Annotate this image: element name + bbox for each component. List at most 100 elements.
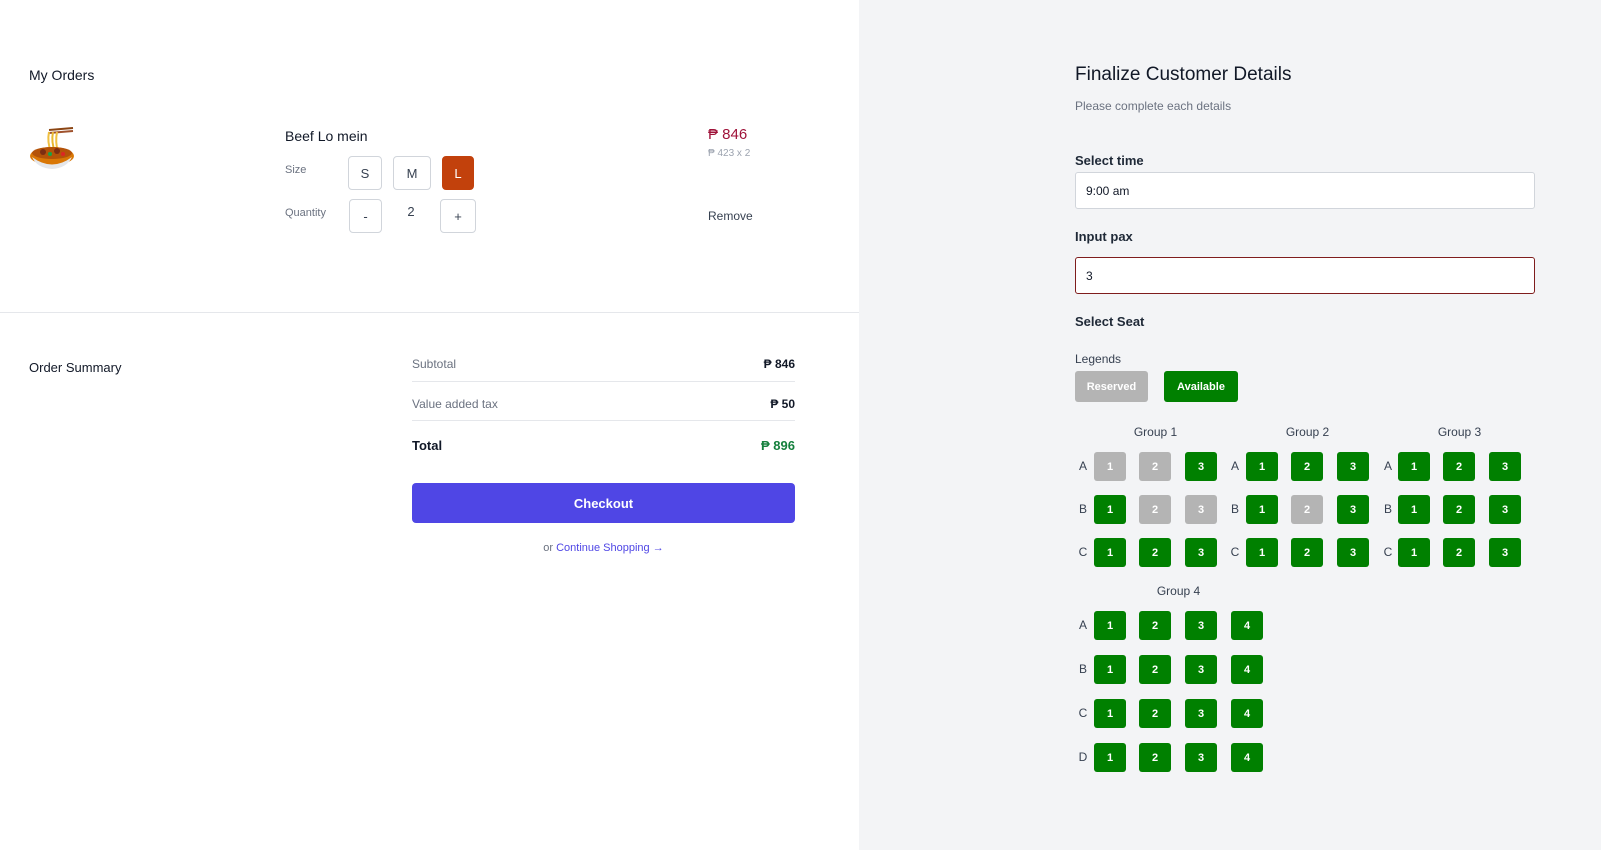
seat-button: 1 — [1094, 452, 1126, 481]
seat-row-letter: C — [1383, 545, 1393, 559]
seat-group-label: Group 1 — [1133, 425, 1178, 439]
seat-button[interactable]: 2 — [1443, 538, 1475, 567]
seat-row-letter: B — [1383, 502, 1392, 516]
seat-button[interactable]: 3 — [1185, 655, 1217, 684]
seat-button[interactable]: 1 — [1398, 538, 1430, 567]
seat-row-letter: A — [1383, 459, 1392, 473]
seat-button[interactable]: 3 — [1489, 495, 1521, 524]
seat-row-letter: A — [1078, 618, 1087, 632]
seat-button[interactable]: 1 — [1398, 452, 1430, 481]
seat-button[interactable]: 2 — [1139, 699, 1171, 728]
customer-details-title: Finalize Customer Details — [1075, 64, 1292, 85]
seat-button: 2 — [1139, 452, 1171, 481]
time-input[interactable] — [1075, 172, 1535, 209]
continue-shopping-row: or Continue Shopping → — [412, 542, 795, 554]
seat-button[interactable]: 4 — [1231, 743, 1263, 772]
item-name: Beef Lo mein — [285, 128, 368, 144]
seat-button[interactable]: 3 — [1185, 452, 1217, 481]
seat-button[interactable]: 3 — [1185, 699, 1217, 728]
item-price: ₱ 846 — [708, 126, 748, 143]
total-value: ₱ 896 — [761, 438, 795, 453]
seat-row-letter: A — [1230, 459, 1239, 473]
quantity-increase-button[interactable]: + — [440, 199, 476, 233]
cart-panel: My Orders Beef Lo mein Size S M L Quanti… — [0, 0, 859, 850]
seat-button[interactable]: 1 — [1094, 538, 1126, 567]
size-s-button[interactable]: S — [348, 156, 382, 190]
seat-button[interactable]: 1 — [1246, 452, 1278, 481]
seat-button[interactable]: 2 — [1443, 452, 1475, 481]
size-l-button[interactable]: L — [442, 156, 474, 190]
continue-shopping-link[interactable]: Continue Shopping → — [556, 542, 664, 554]
select-time-label: Select time — [1075, 153, 1144, 168]
seat-button[interactable]: 2 — [1139, 611, 1171, 640]
vat-label: Value added tax — [412, 397, 498, 411]
seat-button[interactable]: 1 — [1246, 538, 1278, 567]
seat-button[interactable]: 3 — [1489, 452, 1521, 481]
size-label: Size — [285, 164, 307, 176]
seat-button[interactable]: 3 — [1489, 538, 1521, 567]
subtotal-row: Subtotal ₱ 846 — [412, 357, 795, 371]
select-seat-label: Select Seat — [1075, 314, 1145, 329]
seat-row-letter: C — [1230, 545, 1240, 559]
seat-button: 2 — [1139, 495, 1171, 524]
subtotal-label: Subtotal — [412, 357, 457, 371]
quantity-value: 2 — [407, 204, 415, 219]
item-unit-price: ₱ 423 x 2 — [708, 148, 751, 159]
seat-button[interactable]: 2 — [1443, 495, 1475, 524]
total-row: Total ₱ 896 — [412, 438, 795, 453]
seat-button[interactable]: 3 — [1185, 538, 1217, 567]
legend-available: Available — [1164, 371, 1238, 402]
input-pax-label: Input pax — [1075, 229, 1133, 244]
seat-row-letter: B — [1078, 662, 1087, 676]
seat-row-letter: A — [1078, 459, 1087, 473]
subtotal-value: ₱ 846 — [763, 357, 795, 371]
section-divider — [0, 312, 859, 313]
seat-button[interactable]: 1 — [1398, 495, 1430, 524]
seat-button[interactable]: 1 — [1246, 495, 1278, 524]
quantity-label: Quantity — [285, 207, 326, 219]
seat-row-letter: B — [1230, 502, 1239, 516]
seat-group-label: Group 4 — [1156, 584, 1201, 598]
total-label: Total — [412, 438, 443, 453]
seat-button[interactable]: 1 — [1094, 655, 1126, 684]
seat-row-letter: D — [1078, 750, 1088, 764]
seat-group-label: Group 3 — [1437, 425, 1482, 439]
seat-button[interactable]: 4 — [1231, 655, 1263, 684]
seat-button[interactable]: 4 — [1231, 699, 1263, 728]
pax-input[interactable] — [1075, 257, 1535, 294]
seat-button[interactable]: 4 — [1231, 611, 1263, 640]
seat-button[interactable]: 3 — [1337, 452, 1369, 481]
vat-row: Value added tax ₱ 50 — [412, 397, 795, 411]
noodles-bowl-icon — [27, 124, 77, 174]
customer-details-subtitle: Please complete each details — [1075, 99, 1232, 113]
seat-button[interactable]: 3 — [1337, 495, 1369, 524]
seat-row-letter: C — [1078, 545, 1088, 559]
size-m-button[interactable]: M — [393, 156, 431, 190]
seat-button: 2 — [1291, 495, 1323, 524]
seat-button[interactable]: 2 — [1291, 452, 1323, 481]
seat-button[interactable]: 2 — [1291, 538, 1323, 567]
seat-button[interactable]: 2 — [1139, 655, 1171, 684]
seat-button[interactable]: 2 — [1139, 743, 1171, 772]
seat-button[interactable]: 1 — [1094, 495, 1126, 524]
order-summary-title: Order Summary — [29, 360, 122, 375]
seat-button[interactable]: 1 — [1094, 743, 1126, 772]
summary-divider — [412, 381, 795, 382]
seat-button[interactable]: 1 — [1094, 699, 1126, 728]
seat-button[interactable]: 1 — [1094, 611, 1126, 640]
summary-divider — [412, 420, 795, 421]
remove-link[interactable]: Remove — [708, 209, 753, 223]
quantity-decrease-button[interactable]: - — [349, 199, 382, 233]
seat-row-letter: C — [1078, 706, 1088, 720]
seat-button[interactable]: 2 — [1139, 538, 1171, 567]
seat-group-label: Group 2 — [1285, 425, 1330, 439]
checkout-button[interactable]: Checkout — [412, 483, 795, 523]
vat-value: ₱ 50 — [770, 397, 795, 411]
seat-button[interactable]: 3 — [1337, 538, 1369, 567]
seat-button[interactable]: 3 — [1185, 611, 1217, 640]
legend-reserved: Reserved — [1075, 371, 1148, 402]
seat-row-letter: B — [1078, 502, 1087, 516]
seat-button[interactable]: 3 — [1185, 743, 1217, 772]
my-orders-title: My Orders — [29, 67, 95, 83]
legends-label: Legends — [1075, 352, 1122, 366]
